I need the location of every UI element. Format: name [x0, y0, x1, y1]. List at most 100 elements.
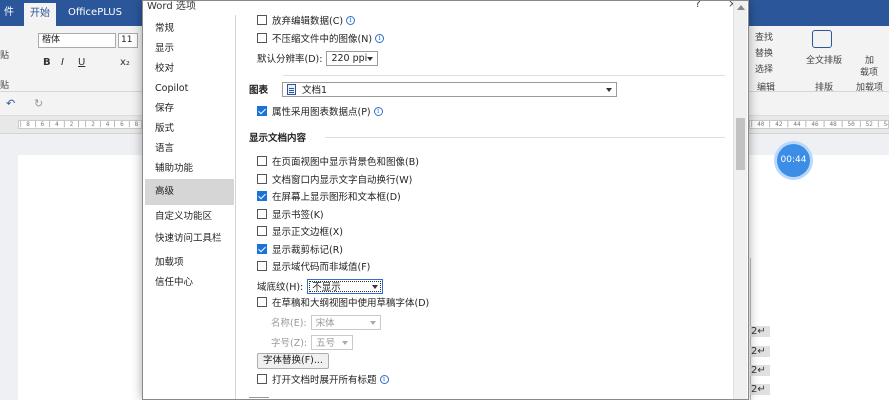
- bold-button[interactable]: B: [43, 57, 51, 68]
- display-option-checkbox[interactable]: [257, 226, 267, 236]
- display-option-label: 显示域代码而非域值(F): [272, 262, 371, 273]
- tab-file[interactable]: 件: [0, 0, 20, 26]
- draft-font-checkbox[interactable]: [257, 297, 267, 307]
- default-resolution-label: 默认分辨率(D):: [257, 54, 323, 65]
- paste-label: 贴: [0, 51, 10, 61]
- draft-font-name-value: 宋体: [315, 318, 335, 329]
- expand-headings-checkbox[interactable]: [257, 374, 267, 384]
- document-page-left: [18, 155, 142, 400]
- chart-document-value: 文档1: [302, 85, 328, 96]
- divider: [325, 137, 725, 138]
- display-option[interactable]: 显示域代码而非域值(F): [257, 258, 370, 274]
- nav-item-trust-center[interactable]: 信任中心: [145, 271, 234, 295]
- chart-property-checkbox[interactable]: [257, 106, 267, 116]
- info-icon: i: [346, 15, 356, 25]
- chevron-down-icon: [606, 87, 613, 92]
- display-option-label: 文档窗口内显示文字自动换行(W): [272, 175, 413, 186]
- nav-item-customize-ribbon[interactable]: 自定义功能区: [145, 205, 234, 229]
- display-option-label: 显示裁剪标记(R): [272, 245, 344, 256]
- field-shading-value: 不显示: [312, 282, 341, 293]
- display-option[interactable]: 在页面视图中显示背景色和图像(B): [257, 153, 419, 169]
- display-option[interactable]: 文档窗口内显示文字自动换行(W): [257, 171, 412, 187]
- clipboard-label: 贴: [0, 81, 10, 91]
- discard-edit-data-checkbox[interactable]: [257, 15, 267, 25]
- scroll-up-icon[interactable]: [737, 5, 745, 10]
- select-button[interactable]: 选择: [755, 62, 773, 75]
- chevron-down-icon: [369, 320, 376, 325]
- next-section-heading-stub: [249, 397, 269, 398]
- font-size-box[interactable]: 11: [118, 33, 138, 48]
- display-content-heading: 显示文档内容: [249, 133, 307, 144]
- font-substitution-row: 字体替换(F)...: [257, 353, 329, 369]
- display-option-checkbox[interactable]: [257, 209, 267, 219]
- info-icon: i: [375, 33, 385, 43]
- discard-edit-data-option[interactable]: 放弃编辑数据(C) i: [257, 12, 356, 28]
- draft-font-option[interactable]: 在草稿和大纲视图中使用草稿字体(D): [257, 294, 429, 310]
- draft-font-size-value: 五号: [316, 338, 336, 349]
- undo-icon[interactable]: ↶: [6, 97, 15, 110]
- nav-item-advanced[interactable]: 高级: [145, 179, 234, 205]
- draft-font-name-select[interactable]: 宋体: [310, 314, 381, 330]
- display-option-checkbox[interactable]: [257, 261, 267, 271]
- subscript-button[interactable]: x₂: [120, 57, 130, 68]
- paragraph-mark: 2↵: [750, 365, 770, 376]
- italic-button[interactable]: I: [61, 57, 64, 68]
- replace-button[interactable]: 替换: [755, 46, 773, 59]
- chart-label: 图表: [249, 85, 269, 96]
- no-compress-label: 不压缩文件中的图像(N): [272, 34, 373, 45]
- display-option-label: 显示书签(K): [272, 210, 324, 221]
- display-option-checkbox[interactable]: [257, 191, 267, 201]
- full-layout-button[interactable]: 全文排版: [806, 53, 842, 66]
- display-option-label: 在屏幕上显示图形和文本框(D): [272, 192, 401, 203]
- scrollbar-thumb[interactable]: [736, 118, 745, 170]
- display-option-checkbox[interactable]: [257, 244, 267, 254]
- default-resolution-row: 默认分辨率(D): 220 ppi: [257, 50, 379, 66]
- display-option-checkbox[interactable]: [257, 174, 267, 184]
- redo-icon[interactable]: ↻: [34, 97, 43, 110]
- display-option[interactable]: 显示裁剪标记(R): [257, 241, 343, 257]
- horizontal-ruler-right: | 40 | 42 | 44 | 46 | 48 | 50 | 52 | 54 …: [749, 120, 889, 129]
- word-options-dialog: Word 选项 ? × 常规 显示 校对 Copilot 保存 版式 语言 辅助…: [142, 0, 749, 400]
- nav-item-accessibility[interactable]: 辅助功能: [145, 157, 234, 181]
- default-resolution-select[interactable]: 220 ppi: [326, 50, 379, 66]
- draft-font-size-label: 字号(Z):: [271, 338, 308, 349]
- find-button[interactable]: 查找: [755, 30, 773, 43]
- options-scrollbar[interactable]: [733, 1, 747, 399]
- info-icon: i: [373, 106, 383, 116]
- display-option-label: 显示正文边框(X): [272, 227, 343, 238]
- expand-headings-option[interactable]: 打开文档时展开所有标题 i: [257, 371, 389, 387]
- no-compress-option[interactable]: 不压缩文件中的图像(N) i: [257, 30, 385, 46]
- no-compress-checkbox[interactable]: [257, 33, 267, 43]
- discard-edit-data-label: 放弃编辑数据(C): [272, 16, 344, 27]
- display-option[interactable]: 显示书签(K): [257, 206, 324, 222]
- paragraph-mark: 2↵: [750, 384, 770, 395]
- paragraph-mark: 2↵: [750, 326, 770, 337]
- font-substitution-button[interactable]: 字体替换(F)...: [257, 353, 329, 369]
- display-option[interactable]: 在屏幕上显示图形和文本框(D): [257, 188, 401, 204]
- info-icon: i: [379, 374, 389, 384]
- horizontal-ruler-left: | 8 | 6 | 4 | 2 | | 2 | 4 | 6 | 8 | 10 |: [18, 120, 142, 129]
- tab-home[interactable]: 开始: [24, 3, 56, 26]
- chart-row: 图表 文档1: [249, 81, 618, 97]
- underline-button[interactable]: U: [78, 57, 85, 68]
- draft-font-size-select[interactable]: 五号: [311, 334, 354, 350]
- chart-property-option[interactable]: 属性采用图表数据点(P) i: [257, 103, 383, 119]
- timer-badge[interactable]: 00:44: [777, 144, 810, 177]
- chart-document-select[interactable]: 文档1: [282, 81, 618, 97]
- draft-font-name-row: 名称(E): 宋体: [271, 314, 381, 330]
- paragraph-mark: 2↵: [750, 346, 770, 357]
- addin-label-2[interactable]: 载项: [860, 65, 878, 78]
- tab-officeplus[interactable]: OfficePLUS: [62, 0, 128, 26]
- display-option-checkbox[interactable]: [257, 156, 267, 166]
- chart-property-label: 属性采用图表数据点(P): [272, 107, 371, 118]
- document-page-right: [749, 155, 889, 400]
- field-shading-select[interactable]: 不显示: [307, 278, 384, 294]
- display-option[interactable]: 显示正文边框(X): [257, 223, 343, 239]
- document-icon: [287, 83, 297, 95]
- chevron-down-icon: [367, 56, 374, 61]
- chevron-down-icon: [372, 284, 379, 289]
- field-shading-row: 域底纹(H): 不显示: [257, 278, 384, 294]
- nav-item-quick-access-toolbar[interactable]: 快速访问工具栏: [145, 227, 234, 251]
- font-name-box[interactable]: 楷体: [38, 33, 116, 48]
- draft-font-size-row: 字号(Z): 五号: [271, 334, 354, 350]
